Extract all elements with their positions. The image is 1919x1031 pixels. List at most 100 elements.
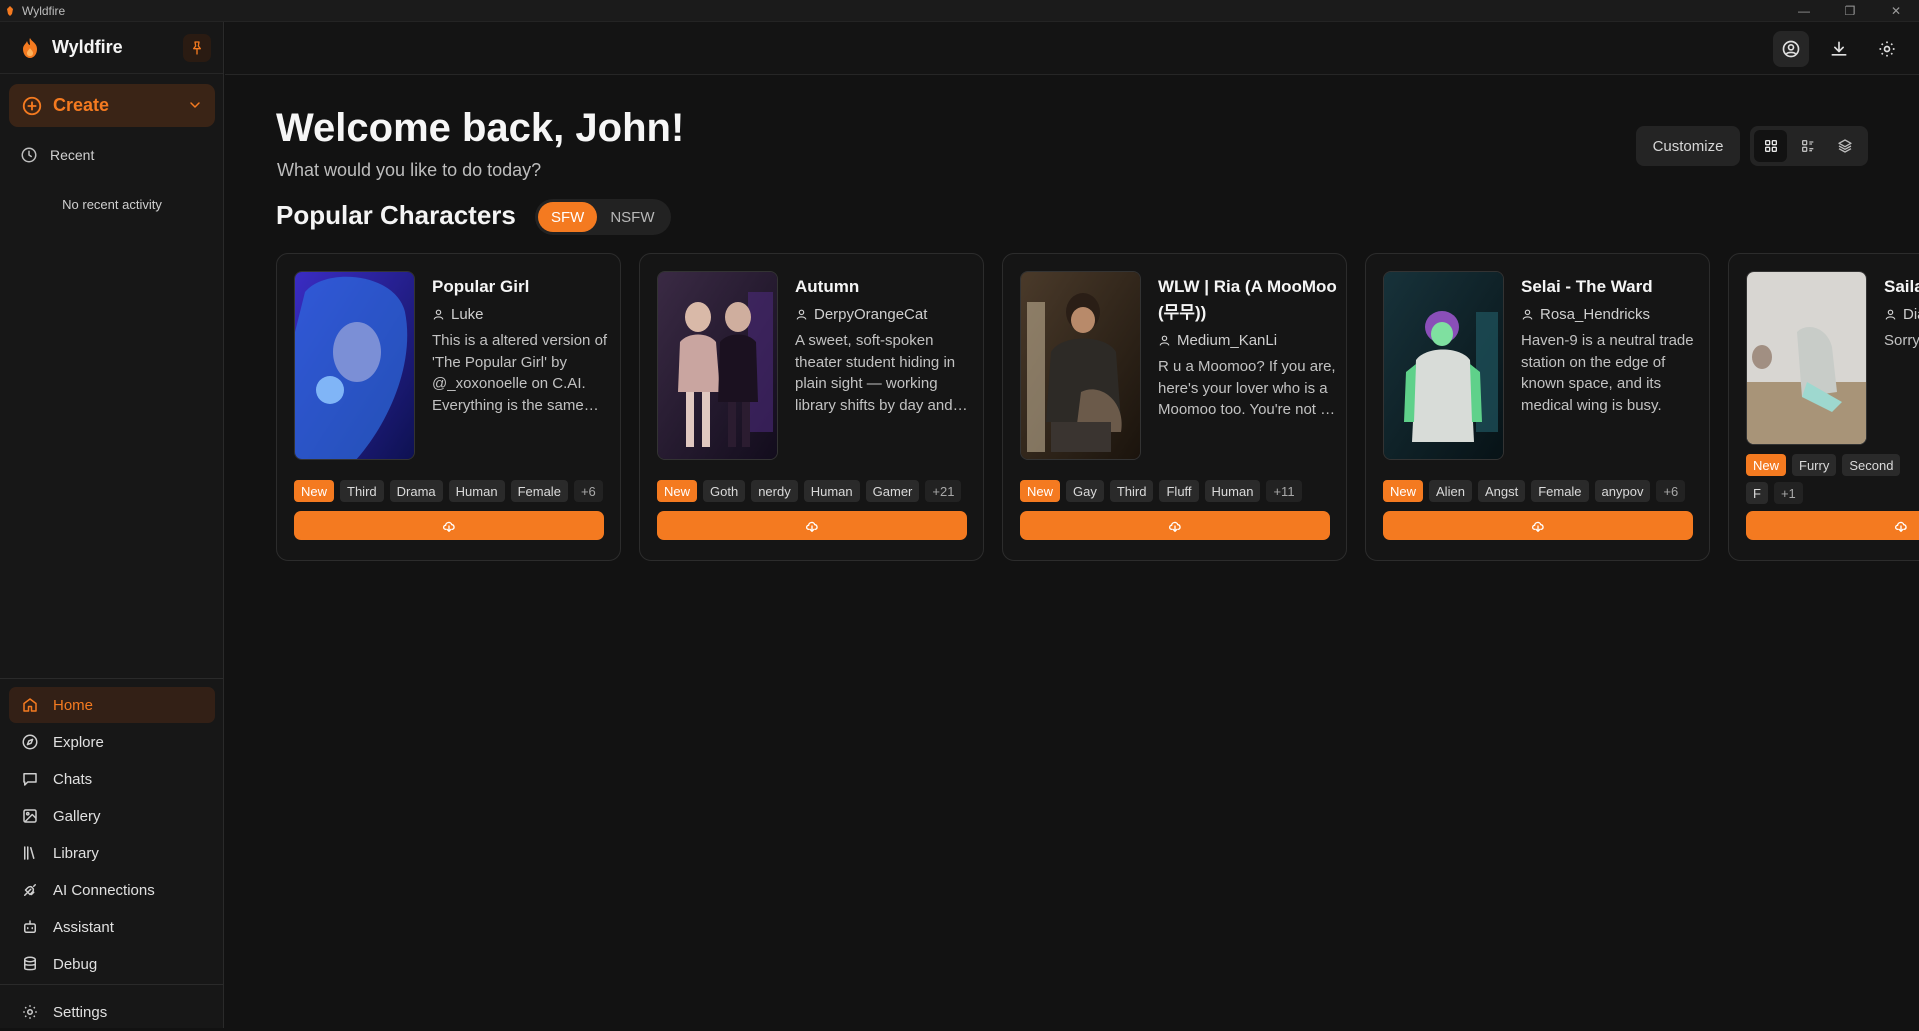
more-tags-badge[interactable]: +1 <box>1773 482 1803 504</box>
grid-view-button[interactable] <box>1754 130 1787 162</box>
user-circle-icon <box>1782 40 1800 58</box>
character-cards: Popular Girl Luke This is a altered vers… <box>276 253 1919 561</box>
tag-badge[interactable]: nerdy <box>751 480 798 502</box>
download-character-button[interactable] <box>1020 511 1330 540</box>
download-character-button[interactable] <box>657 511 967 540</box>
author-name: Rosa_Hendricks <box>1540 305 1651 323</box>
chevron-down-icon <box>190 102 200 108</box>
nav-item-explore[interactable]: Explore <box>9 724 215 760</box>
pin-sidebar-button[interactable] <box>183 34 211 62</box>
download-character-button[interactable] <box>1746 511 1919 540</box>
user-icon <box>1159 335 1170 346</box>
character-card[interactable]: Selai - The Ward Rosa_Hendricks Haven-9 … <box>1365 253 1710 561</box>
character-description: Haven-9 is a neutral trade station on th… <box>1521 332 1694 414</box>
tag-badge[interactable]: Female <box>1531 480 1589 502</box>
tag-badge[interactable]: Second <box>1842 454 1901 476</box>
character-name: Autumn <box>795 277 860 296</box>
app-logo-icon <box>7 5 13 16</box>
character-name: Saila rogu <box>1884 277 1919 296</box>
tag-badge[interactable]: Third <box>1109 480 1154 502</box>
layers-icon <box>1837 139 1852 153</box>
user-icon <box>1522 309 1533 320</box>
character-description: R u a Moomoo? If you are, here's your lo… <box>1158 358 1336 418</box>
nav-item-debug[interactable]: Debug <box>9 946 215 982</box>
profile-button[interactable] <box>1773 31 1809 67</box>
sfw-filter-button[interactable]: SFW <box>538 202 598 232</box>
character-author: DerpyOrangeCat <box>795 302 975 326</box>
character-thumbnail <box>1746 271 1867 445</box>
character-author: Dia <box>1884 302 1919 326</box>
nav-item-gallery[interactable]: Gallery <box>9 798 215 834</box>
character-image <box>1384 272 1503 459</box>
recent-label: Recent <box>50 147 95 163</box>
tag-badge[interactable]: Angst <box>1477 480 1526 502</box>
character-card[interactable]: Saila rogu Dia Sorry defin the m and a N… <box>1728 253 1919 561</box>
tag-badge[interactable]: Goth <box>703 480 746 502</box>
list-view-button[interactable] <box>1791 130 1824 162</box>
character-card[interactable]: Popular Girl Luke This is a altered vers… <box>276 253 621 561</box>
more-tags-badge[interactable]: +6 <box>1656 480 1686 502</box>
maximize-button[interactable]: ❐ <box>1827 0 1873 22</box>
download-button[interactable] <box>1821 31 1857 67</box>
tag-badge[interactable]: Fluff <box>1159 480 1199 502</box>
tag-badge[interactable]: Human <box>448 480 505 502</box>
view-mode-toggle <box>1750 126 1868 166</box>
author-name: DerpyOrangeCat <box>814 305 928 323</box>
tag-badge[interactable]: anypov <box>1594 480 1651 502</box>
tag-badge[interactable]: New <box>1383 480 1424 502</box>
nsfw-filter-button[interactable]: NSFW <box>597 202 667 232</box>
tag-badge[interactable]: New <box>1746 454 1787 476</box>
nav-label: AI Connections <box>53 881 155 899</box>
stack-view-button[interactable] <box>1828 130 1861 162</box>
more-tags-badge[interactable]: +11 <box>1266 480 1302 502</box>
tag-badge[interactable]: Drama <box>389 480 443 502</box>
nav-label: Library <box>53 844 99 862</box>
more-tags-badge[interactable]: +21 <box>925 480 962 502</box>
nav-item-home[interactable]: Home <box>9 687 215 723</box>
tag-badge[interactable]: F <box>1746 482 1768 504</box>
nav-item-settings[interactable]: Settings <box>9 994 215 1030</box>
home-icon <box>23 698 37 712</box>
character-card[interactable]: Autumn DerpyOrangeCat A sweet, soft-spok… <box>639 253 984 561</box>
sidebar: Wyldfire Create Recent No recent activit… <box>0 22 224 1028</box>
nav-item-ai-connections[interactable]: AI Connections <box>9 872 215 908</box>
tag-badge[interactable]: New <box>657 480 698 502</box>
tag-badge[interactable]: Alien <box>1429 480 1472 502</box>
window-title: Wyldfire <box>22 3 66 18</box>
tag-badge[interactable]: Third <box>340 480 384 502</box>
download-character-button[interactable] <box>1383 511 1693 540</box>
create-label: Create <box>53 95 110 115</box>
customize-button[interactable]: Customize <box>1636 126 1740 166</box>
nav-item-chats[interactable]: Chats <box>9 761 215 797</box>
minimize-button[interactable]: — <box>1781 0 1827 22</box>
more-tags-badge[interactable]: +6 <box>573 480 603 502</box>
cloud-download-icon <box>1532 521 1544 532</box>
nav-label: Assistant <box>53 918 114 936</box>
create-button[interactable]: Create <box>9 84 215 127</box>
main-nav: Home Explore Chats Gallery Library AI Co… <box>9 687 215 983</box>
tag-badge[interactable]: Human <box>803 480 860 502</box>
nav-item-assistant[interactable]: Assistant <box>9 909 215 945</box>
character-name: Popular Girl <box>432 277 530 296</box>
tag-badge[interactable]: Human <box>1204 480 1261 502</box>
character-thumbnail <box>1020 271 1141 460</box>
download-character-button[interactable] <box>294 511 604 540</box>
character-card[interactable]: WLW | Ria (A MooMoo (무무)) Medium_KanLi R… <box>1002 253 1347 561</box>
top-bar <box>225 22 1919 75</box>
character-author: Medium_KanLi <box>1158 328 1338 352</box>
tag-badge[interactable]: Furry <box>1792 454 1837 476</box>
database-icon <box>24 956 36 971</box>
nav-item-library[interactable]: Library <box>9 835 215 871</box>
gear-icon <box>23 1005 37 1019</box>
tag-badge[interactable]: Female <box>510 480 568 502</box>
close-button[interactable]: ✕ <box>1873 0 1919 22</box>
settings-button[interactable] <box>1869 31 1905 67</box>
tag-badge[interactable]: Gay <box>1066 480 1104 502</box>
library-icon <box>24 846 35 860</box>
nav-label: Debug <box>53 955 98 973</box>
user-icon <box>433 309 444 320</box>
tag-badge[interactable]: Gamer <box>865 480 920 502</box>
plug-icon <box>24 884 36 896</box>
tag-badge[interactable]: New <box>294 480 335 502</box>
tag-badge[interactable]: New <box>1020 480 1061 502</box>
